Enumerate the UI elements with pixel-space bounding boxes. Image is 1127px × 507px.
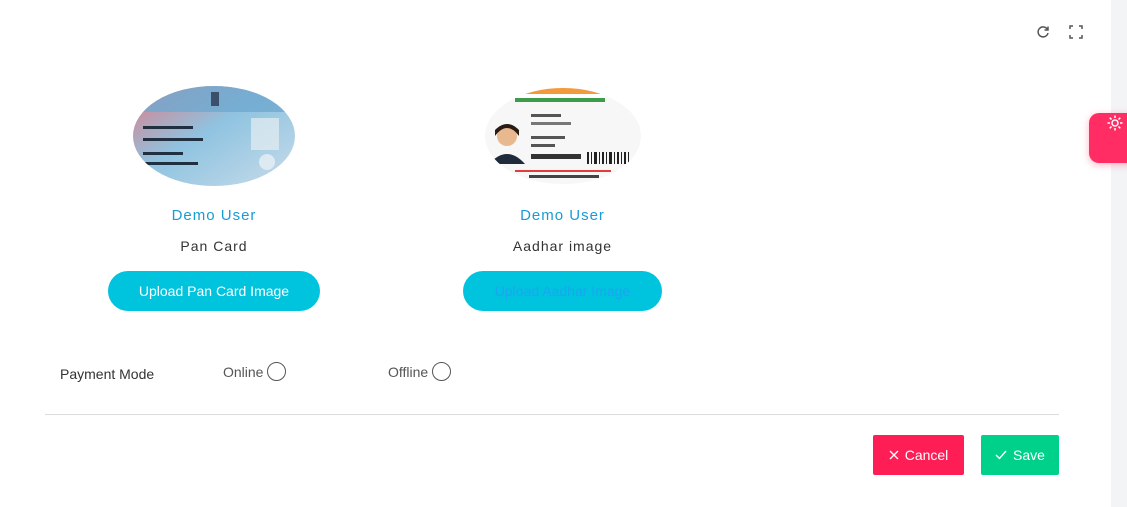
- close-icon: [889, 447, 899, 463]
- user-name: Demo User: [171, 207, 257, 224]
- option-label: Offline: [388, 363, 429, 380]
- cancel-button[interactable]: Cancel: [873, 435, 964, 475]
- save-label: Save: [1013, 447, 1045, 463]
- refresh-icon[interactable]: [1035, 24, 1051, 40]
- fullscreen-icon[interactable]: [1068, 24, 1084, 40]
- pan-card-section: Demo User Pan Card Upload Pan Card Image: [108, 86, 320, 311]
- aadhar-section: Demo User Aadhar image Upload Aadhar Ima…: [463, 86, 662, 311]
- user-name: Demo User: [520, 207, 605, 224]
- document-form-card: Demo User Pan Card Upload Pan Card Image: [0, 0, 1111, 507]
- check-icon: [995, 447, 1007, 463]
- document-label: Aadhar image: [512, 238, 613, 254]
- payment-mode-label: Payment Mode: [60, 366, 155, 382]
- option-label: Online: [223, 363, 264, 380]
- payment-option-offline[interactable]: Offline: [388, 362, 452, 381]
- document-label: Pan Card: [180, 238, 248, 254]
- pan-card-thumbnail: [133, 86, 295, 186]
- payment-option-online[interactable]: Online: [223, 362, 287, 381]
- divider: [45, 414, 1059, 415]
- offline-radio[interactable]: [432, 362, 452, 381]
- payment-mode-row: Payment Mode Online Offline: [60, 362, 660, 386]
- settings-tab[interactable]: [1089, 113, 1127, 163]
- upload-pan-card-button[interactable]: Upload Pan Card Image: [108, 271, 320, 311]
- online-radio[interactable]: [267, 362, 287, 381]
- save-button[interactable]: Save: [981, 435, 1059, 475]
- cancel-label: Cancel: [904, 447, 949, 463]
- upload-aadhar-button[interactable]: Upload Aadhar Image: [463, 271, 662, 311]
- aadhar-card-thumbnail: [484, 88, 641, 184]
